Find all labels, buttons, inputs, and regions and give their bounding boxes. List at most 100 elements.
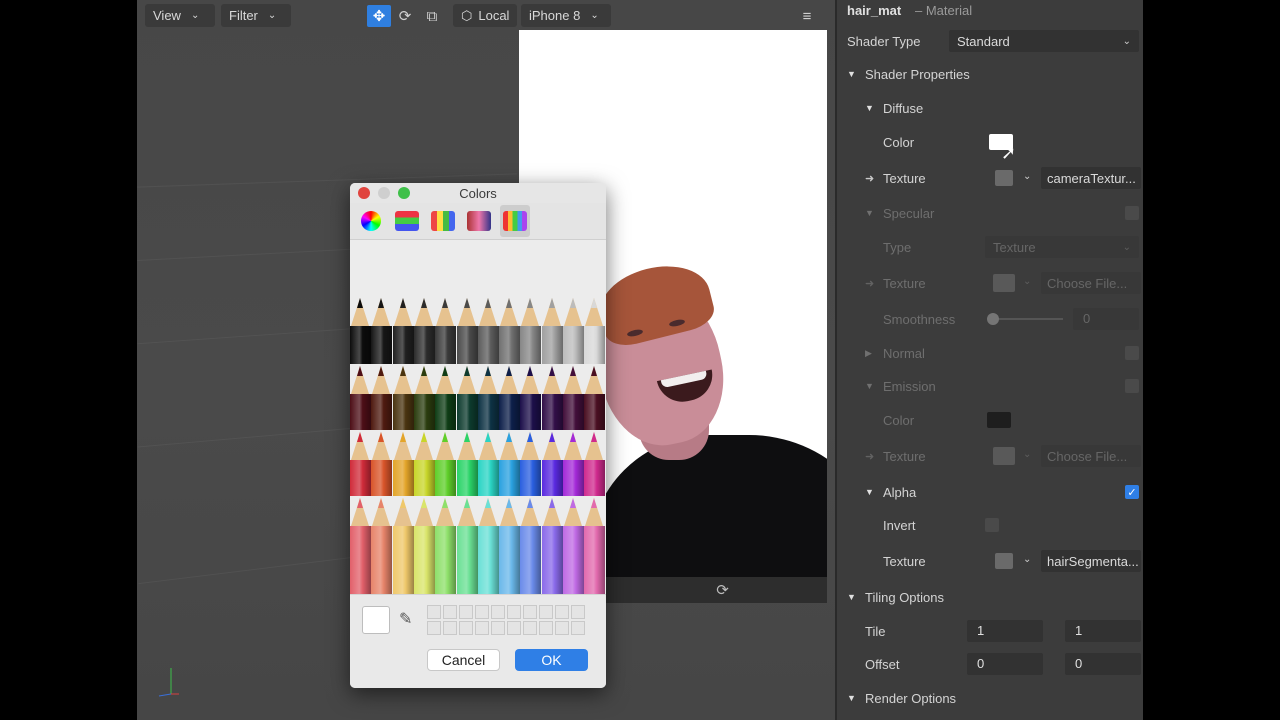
custom-swatch-slot[interactable] bbox=[571, 605, 585, 619]
normal-checkbox[interactable] bbox=[1125, 346, 1139, 360]
custom-swatch-slot[interactable] bbox=[491, 605, 505, 619]
pencil-swatch[interactable] bbox=[413, 296, 435, 364]
device-select[interactable]: iPhone 8 ⌄ bbox=[521, 4, 611, 27]
pencil-swatch[interactable] bbox=[350, 496, 371, 594]
image-palettes-tab[interactable] bbox=[464, 205, 494, 237]
custom-swatch-slot[interactable] bbox=[523, 605, 537, 619]
pencil-swatch[interactable] bbox=[520, 496, 542, 594]
smoothness-slider-knob[interactable] bbox=[987, 313, 999, 325]
pencil-swatch[interactable] bbox=[371, 296, 393, 364]
smoothness-input[interactable]: 0 bbox=[1073, 308, 1139, 330]
color-wheel-tab[interactable] bbox=[356, 205, 386, 237]
chevron-down-icon[interactable]: ⌄ bbox=[1023, 554, 1031, 565]
custom-swatch-slot[interactable] bbox=[539, 605, 553, 619]
hamburger-menu-icon[interactable]: ≡ bbox=[795, 5, 819, 27]
custom-swatch-slot[interactable] bbox=[523, 621, 537, 635]
pencil-swatch[interactable] bbox=[392, 296, 414, 364]
pencil-swatch[interactable] bbox=[456, 364, 478, 430]
chevron-down-icon[interactable]: ⌄ bbox=[1023, 276, 1031, 287]
custom-swatch-slot[interactable] bbox=[427, 621, 441, 635]
pencil-swatch[interactable] bbox=[541, 364, 563, 430]
smoothness-slider-track[interactable] bbox=[993, 318, 1063, 320]
pencil-swatch[interactable] bbox=[563, 296, 584, 364]
pencil-swatch[interactable] bbox=[499, 364, 521, 430]
pencil-swatch[interactable] bbox=[371, 430, 393, 496]
specular-header[interactable]: ▼ Specular bbox=[837, 196, 1143, 230]
alpha-header[interactable]: ▼ Alpha ✓ bbox=[837, 475, 1143, 509]
custom-swatch-slot[interactable] bbox=[507, 621, 521, 635]
pencils-tab[interactable] bbox=[500, 205, 530, 237]
pencil-swatch[interactable] bbox=[520, 296, 542, 364]
pencil-swatch[interactable] bbox=[435, 430, 457, 496]
pencil-swatch[interactable] bbox=[541, 430, 563, 496]
color-sliders-tab[interactable] bbox=[392, 205, 422, 237]
connect-arrow-icon[interactable]: ➜ bbox=[865, 172, 874, 185]
emission-texture-select[interactable]: Choose File... bbox=[1041, 445, 1141, 467]
pencil-swatch[interactable] bbox=[392, 496, 414, 594]
filter-menu-button[interactable]: Filter ⌄ bbox=[221, 4, 291, 27]
eyedropper-icon[interactable]: ✎ bbox=[399, 609, 412, 629]
pencil-swatch[interactable] bbox=[563, 496, 584, 594]
shader-type-select[interactable]: Standard ⌄ bbox=[949, 30, 1139, 52]
pencil-swatch[interactable] bbox=[584, 496, 606, 594]
checker-thumbnail-icon[interactable] bbox=[993, 274, 1015, 292]
pencil-swatch[interactable] bbox=[584, 364, 606, 430]
offset-x-input[interactable]: 0 bbox=[967, 653, 1043, 675]
pencil-swatch[interactable] bbox=[477, 364, 499, 430]
connect-arrow-icon[interactable]: ➜ bbox=[865, 450, 874, 463]
pencil-swatch[interactable] bbox=[477, 296, 499, 364]
pencil-swatch[interactable] bbox=[584, 430, 606, 496]
pencil-swatch[interactable] bbox=[477, 496, 499, 594]
custom-swatch-slot[interactable] bbox=[443, 621, 457, 635]
specular-texture-select[interactable]: Choose File... bbox=[1041, 272, 1141, 294]
rotate-icon[interactable]: ⟳ bbox=[393, 5, 417, 27]
rotate-device-icon[interactable]: ⟳ bbox=[716, 581, 729, 599]
checker-thumbnail-icon[interactable] bbox=[993, 447, 1015, 465]
pencil-swatch[interactable] bbox=[541, 496, 563, 594]
pencil-swatch[interactable] bbox=[435, 364, 457, 430]
pencil-swatch[interactable] bbox=[520, 364, 542, 430]
offset-y-input[interactable]: 0 bbox=[1065, 653, 1141, 675]
connect-arrow-icon[interactable]: ➜ bbox=[865, 277, 874, 290]
pencil-swatch[interactable] bbox=[371, 364, 393, 430]
pencil-swatch[interactable] bbox=[392, 430, 414, 496]
alpha-invert-checkbox[interactable] bbox=[985, 518, 999, 532]
custom-swatch-slot[interactable] bbox=[491, 621, 505, 635]
shader-properties-header[interactable]: ▼ Shader Properties bbox=[837, 57, 1143, 91]
pencil-swatch[interactable] bbox=[392, 364, 414, 430]
texture-thumbnail-icon[interactable] bbox=[995, 170, 1013, 186]
move-icon[interactable]: ✥ bbox=[367, 5, 391, 27]
pencil-swatch[interactable] bbox=[499, 296, 521, 364]
colors-dialog-titlebar[interactable]: Colors bbox=[350, 183, 606, 203]
pencil-swatch[interactable] bbox=[584, 296, 606, 364]
normal-header[interactable]: ▶ Normal bbox=[837, 336, 1143, 370]
custom-swatch-slot[interactable] bbox=[475, 621, 489, 635]
diffuse-header[interactable]: ▼ Diffuse bbox=[837, 91, 1143, 125]
pencil-swatch[interactable] bbox=[456, 296, 478, 364]
texture-thumbnail-icon[interactable] bbox=[995, 553, 1013, 569]
scale-icon[interactable]: ⧉ bbox=[420, 5, 444, 27]
pencil-swatch[interactable] bbox=[499, 496, 521, 594]
custom-swatches[interactable] bbox=[427, 605, 585, 635]
chevron-down-icon[interactable]: ⌄ bbox=[1023, 171, 1031, 182]
pencil-swatch[interactable] bbox=[477, 430, 499, 496]
color-palettes-tab[interactable] bbox=[428, 205, 458, 237]
ok-button[interactable]: OK bbox=[515, 649, 588, 671]
current-color-swatch[interactable] bbox=[362, 606, 390, 634]
pencil-swatch[interactable] bbox=[499, 430, 521, 496]
tile-x-input[interactable]: 1 bbox=[967, 620, 1043, 642]
custom-swatch-slot[interactable] bbox=[507, 605, 521, 619]
pencil-swatch[interactable] bbox=[413, 496, 435, 594]
tiling-options-header[interactable]: ▼ Tiling Options bbox=[837, 580, 1143, 614]
specular-type-select[interactable]: Texture ⌄ bbox=[985, 236, 1139, 258]
pencil-swatch[interactable] bbox=[456, 496, 478, 594]
pencil-swatch[interactable] bbox=[350, 296, 371, 364]
pencil-swatch[interactable] bbox=[563, 364, 584, 430]
view-menu-button[interactable]: View ⌄ bbox=[145, 4, 215, 27]
pencil-swatch[interactable] bbox=[435, 296, 457, 364]
pencil-swatch[interactable] bbox=[413, 430, 435, 496]
custom-swatch-slot[interactable] bbox=[459, 605, 473, 619]
diffuse-texture-select[interactable]: cameraTextur... bbox=[1041, 167, 1141, 189]
local-space-button[interactable]: ⬡ Local bbox=[453, 4, 517, 27]
pencil-swatch[interactable] bbox=[371, 496, 393, 594]
